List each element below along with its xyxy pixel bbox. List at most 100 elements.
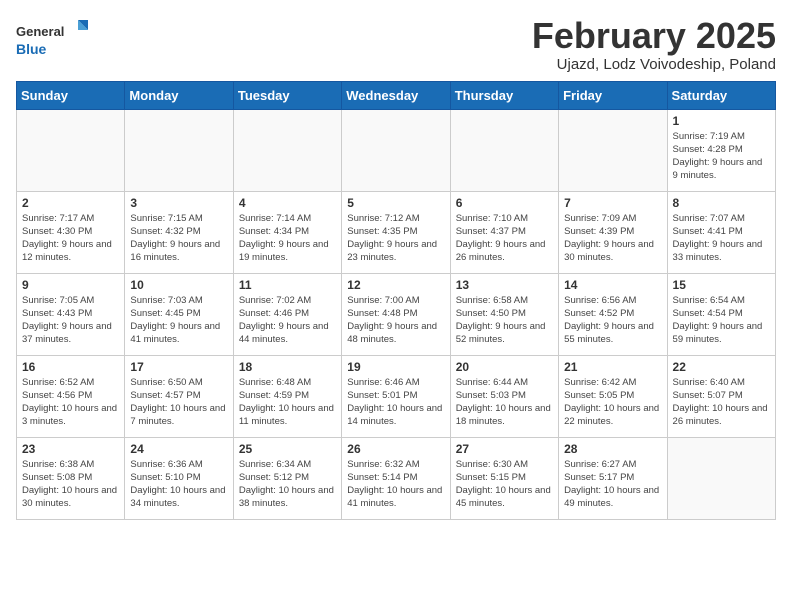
calendar-cell: 12 Sunrise: 7:00 AM Sunset: 4:48 PM Dayli… (342, 273, 450, 355)
logo-svg: General Blue (16, 16, 96, 66)
day-number: 21 (564, 360, 661, 374)
day-number: 8 (673, 196, 770, 210)
day-info: Sunrise: 7:00 AM Sunset: 4:48 PM Dayligh… (347, 294, 444, 347)
calendar-cell: 16 Sunrise: 6:52 AM Sunset: 4:56 PM Dayli… (17, 355, 125, 437)
calendar-cell (17, 109, 125, 191)
day-info: Sunrise: 6:48 AM Sunset: 4:59 PM Dayligh… (239, 376, 336, 429)
day-number: 14 (564, 278, 661, 292)
page-header: General Blue February 2025 Ujazd, Lodz V… (16, 16, 776, 73)
calendar-cell: 15 Sunrise: 6:54 AM Sunset: 4:54 PM Dayli… (667, 273, 775, 355)
day-number: 2 (22, 196, 119, 210)
day-info: Sunrise: 6:32 AM Sunset: 5:14 PM Dayligh… (347, 458, 444, 511)
calendar-cell: 26 Sunrise: 6:32 AM Sunset: 5:14 PM Dayli… (342, 437, 450, 519)
calendar-cell: 19 Sunrise: 6:46 AM Sunset: 5:01 PM Dayli… (342, 355, 450, 437)
calendar-cell: 18 Sunrise: 6:48 AM Sunset: 4:59 PM Dayli… (233, 355, 341, 437)
title-area: February 2025 Ujazd, Lodz Voivodeship, P… (532, 16, 776, 73)
calendar-cell: 9 Sunrise: 7:05 AM Sunset: 4:43 PM Daylig… (17, 273, 125, 355)
calendar-header-row: SundayMondayTuesdayWednesdayThursdayFrid… (17, 81, 776, 109)
day-number: 18 (239, 360, 336, 374)
day-number: 16 (22, 360, 119, 374)
day-number: 1 (673, 114, 770, 128)
calendar-cell: 25 Sunrise: 6:34 AM Sunset: 5:12 PM Dayli… (233, 437, 341, 519)
day-number: 20 (456, 360, 553, 374)
calendar-cell (342, 109, 450, 191)
day-info: Sunrise: 6:36 AM Sunset: 5:10 PM Dayligh… (130, 458, 227, 511)
calendar-cell: 3Sunrise: 7:15 AM Sunset: 4:32 PM Daylig… (125, 191, 233, 273)
day-of-week-header: Thursday (450, 81, 558, 109)
day-info: Sunrise: 7:14 AM Sunset: 4:34 PM Dayligh… (239, 212, 336, 265)
day-info: Sunrise: 6:54 AM Sunset: 4:54 PM Dayligh… (673, 294, 770, 347)
day-number: 23 (22, 442, 119, 456)
calendar-week-row: 2Sunrise: 7:17 AM Sunset: 4:30 PM Daylig… (17, 191, 776, 273)
day-info: Sunrise: 6:42 AM Sunset: 5:05 PM Dayligh… (564, 376, 661, 429)
calendar-cell: 21 Sunrise: 6:42 AM Sunset: 5:05 PM Dayli… (559, 355, 667, 437)
day-number: 5 (347, 196, 444, 210)
day-info: Sunrise: 6:38 AM Sunset: 5:08 PM Dayligh… (22, 458, 119, 511)
day-number: 9 (22, 278, 119, 292)
day-info: Sunrise: 6:27 AM Sunset: 5:17 PM Dayligh… (564, 458, 661, 511)
day-info: Sunrise: 7:02 AM Sunset: 4:46 PM Dayligh… (239, 294, 336, 347)
logo: General Blue (16, 16, 96, 66)
calendar-cell (125, 109, 233, 191)
calendar-cell: 4 Sunrise: 7:14 AM Sunset: 4:34 PM Daylig… (233, 191, 341, 273)
day-info: Sunrise: 7:10 AM Sunset: 4:37 PM Dayligh… (456, 212, 553, 265)
day-number: 13 (456, 278, 553, 292)
day-number: 28 (564, 442, 661, 456)
calendar-cell: 11 Sunrise: 7:02 AM Sunset: 4:46 PM Dayli… (233, 273, 341, 355)
day-info: Sunrise: 6:50 AM Sunset: 4:57 PM Dayligh… (130, 376, 227, 429)
day-info: Sunrise: 6:40 AM Sunset: 5:07 PM Dayligh… (673, 376, 770, 429)
calendar-cell: 23 Sunrise: 6:38 AM Sunset: 5:08 PM Dayli… (17, 437, 125, 519)
day-of-week-header: Monday (125, 81, 233, 109)
calendar-cell: 1 Sunrise: 7:19 AM Sunset: 4:28 PM Daylig… (667, 109, 775, 191)
calendar-cell: 8 Sunrise: 7:07 AM Sunset: 4:41 PM Daylig… (667, 191, 775, 273)
calendar-cell (233, 109, 341, 191)
calendar-cell: 22 Sunrise: 6:40 AM Sunset: 5:07 PM Dayli… (667, 355, 775, 437)
day-info: Sunrise: 6:30 AM Sunset: 5:15 PM Dayligh… (456, 458, 553, 511)
calendar-cell: 20 Sunrise: 6:44 AM Sunset: 5:03 PM Dayli… (450, 355, 558, 437)
day-info: Sunrise: 6:52 AM Sunset: 4:56 PM Dayligh… (22, 376, 119, 429)
calendar-cell: 6Sunrise: 7:10 AM Sunset: 4:37 PM Daylig… (450, 191, 558, 273)
day-number: 7 (564, 196, 661, 210)
calendar-cell: 17 Sunrise: 6:50 AM Sunset: 4:57 PM Dayli… (125, 355, 233, 437)
calendar-table: SundayMondayTuesdayWednesdayThursdayFrid… (16, 81, 776, 520)
day-number: 10 (130, 278, 227, 292)
calendar-week-row: 1 Sunrise: 7:19 AM Sunset: 4:28 PM Daylig… (17, 109, 776, 191)
location-title: Ujazd, Lodz Voivodeship, Poland (532, 56, 776, 73)
day-number: 27 (456, 442, 553, 456)
calendar-week-row: 9 Sunrise: 7:05 AM Sunset: 4:43 PM Daylig… (17, 273, 776, 355)
day-info: Sunrise: 7:03 AM Sunset: 4:45 PM Dayligh… (130, 294, 227, 347)
calendar-cell: 14Sunrise: 6:56 AM Sunset: 4:52 PM Dayli… (559, 273, 667, 355)
day-number: 11 (239, 278, 336, 292)
day-of-week-header: Tuesday (233, 81, 341, 109)
day-number: 24 (130, 442, 227, 456)
day-info: Sunrise: 7:09 AM Sunset: 4:39 PM Dayligh… (564, 212, 661, 265)
day-number: 17 (130, 360, 227, 374)
calendar-cell: 27 Sunrise: 6:30 AM Sunset: 5:15 PM Dayli… (450, 437, 558, 519)
calendar-cell: 13 Sunrise: 6:58 AM Sunset: 4:50 PM Dayli… (450, 273, 558, 355)
day-info: Sunrise: 6:44 AM Sunset: 5:03 PM Dayligh… (456, 376, 553, 429)
calendar-cell (450, 109, 558, 191)
day-number: 26 (347, 442, 444, 456)
svg-text:General: General (16, 24, 64, 39)
day-info: Sunrise: 6:46 AM Sunset: 5:01 PM Dayligh… (347, 376, 444, 429)
calendar-cell: 7 Sunrise: 7:09 AM Sunset: 4:39 PM Daylig… (559, 191, 667, 273)
month-title: February 2025 (532, 16, 776, 56)
day-number: 19 (347, 360, 444, 374)
day-info: Sunrise: 6:34 AM Sunset: 5:12 PM Dayligh… (239, 458, 336, 511)
day-number: 25 (239, 442, 336, 456)
calendar-week-row: 23 Sunrise: 6:38 AM Sunset: 5:08 PM Dayli… (17, 437, 776, 519)
day-number: 22 (673, 360, 770, 374)
calendar-cell: 10 Sunrise: 7:03 AM Sunset: 4:45 PM Dayli… (125, 273, 233, 355)
calendar-cell: 5 Sunrise: 7:12 AM Sunset: 4:35 PM Daylig… (342, 191, 450, 273)
day-number: 12 (347, 278, 444, 292)
day-number: 15 (673, 278, 770, 292)
day-info: Sunrise: 7:07 AM Sunset: 4:41 PM Dayligh… (673, 212, 770, 265)
day-info: Sunrise: 7:19 AM Sunset: 4:28 PM Dayligh… (673, 130, 770, 183)
day-info: Sunrise: 7:12 AM Sunset: 4:35 PM Dayligh… (347, 212, 444, 265)
day-of-week-header: Friday (559, 81, 667, 109)
day-number: 3 (130, 196, 227, 210)
day-number: 4 (239, 196, 336, 210)
calendar-cell: 24 Sunrise: 6:36 AM Sunset: 5:10 PM Dayli… (125, 437, 233, 519)
day-info: Sunrise: 7:05 AM Sunset: 4:43 PM Dayligh… (22, 294, 119, 347)
day-info: Sunrise: 6:58 AM Sunset: 4:50 PM Dayligh… (456, 294, 553, 347)
